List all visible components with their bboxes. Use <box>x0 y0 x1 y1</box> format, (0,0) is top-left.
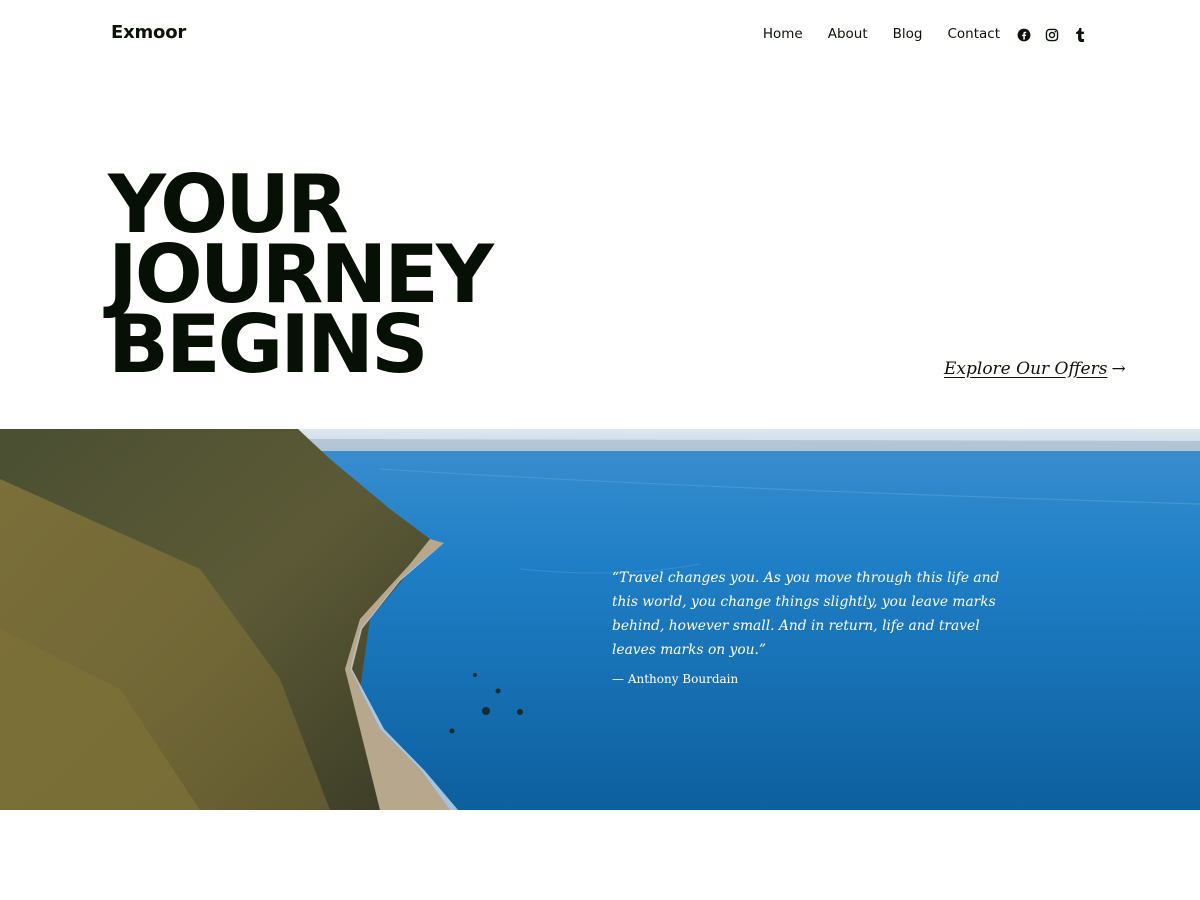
site-title-link[interactable]: Exmoor <box>111 22 186 43</box>
cover-image <box>0 429 1200 810</box>
pull-quote: “Travel changes you. As you move through… <box>612 566 1002 686</box>
quote-citation: — Anthony Bourdain <box>612 672 739 686</box>
hero-title: YOUR JOURNEY BEGINS <box>108 165 494 385</box>
nav-item-home[interactable]: Home <box>763 26 803 42</box>
site-header: Exmoor Home About Blog Contact <box>0 0 1200 70</box>
instagram-icon[interactable] <box>1044 27 1059 42</box>
social-links <box>1016 27 1087 42</box>
tumblr-icon[interactable] <box>1072 27 1087 42</box>
explore-offers-link[interactable]: Explore Our Offers → <box>944 359 1126 379</box>
nav-item-blog[interactable]: Blog <box>893 26 923 42</box>
explore-offers-label: Explore Our Offers <box>944 359 1108 379</box>
quote-text: “Travel changes you. As you move through… <box>612 570 1000 658</box>
nav-item-about[interactable]: About <box>828 26 868 42</box>
facebook-icon[interactable] <box>1016 27 1031 42</box>
primary-nav: Home About Blog Contact <box>763 26 1000 42</box>
coastline-photo <box>0 429 1200 810</box>
nav-item-contact[interactable]: Contact <box>947 26 1000 42</box>
arrow-right-icon: → <box>1111 359 1126 379</box>
